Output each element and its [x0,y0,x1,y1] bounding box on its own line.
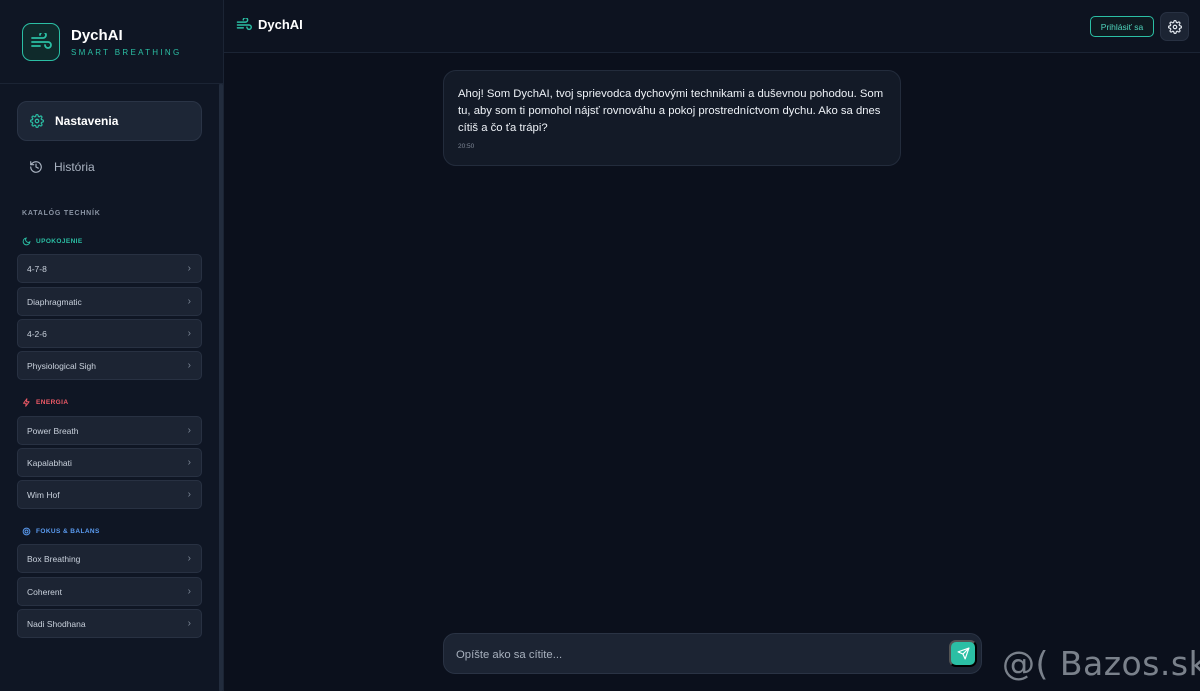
nav-history[interactable]: História [17,147,202,187]
nav-settings[interactable]: Nastavenia [17,101,202,141]
page-title-text: DychAI [258,17,303,32]
sidebar-scrollbar[interactable] [219,84,223,691]
chevron-right-icon: › [187,618,191,629]
nav-history-label: História [54,160,95,174]
technique-item[interactable]: Power Breath › [17,416,202,445]
technique-item[interactable]: 4-2-6 › [17,319,202,348]
chevron-right-icon: › [187,457,191,468]
message-composer [443,633,982,674]
scrollbar-thumb[interactable] [219,84,223,691]
chevron-right-icon: › [187,425,191,436]
brand-name: DychAI [71,26,123,44]
group-label-calm: UPOKOJENIE [22,237,83,246]
technique-item[interactable]: Physiological Sigh › [17,351,202,380]
page-title: DychAI [236,17,303,32]
chevron-right-icon: › [187,553,191,564]
login-button[interactable]: Prihlásiť sa [1090,16,1154,37]
top-bar: DychAI Prihlásiť sa [224,0,1200,53]
send-icon [956,647,970,660]
technique-item[interactable]: Coherent › [17,577,202,606]
chevron-right-icon: › [187,263,191,274]
wind-icon [22,22,60,61]
send-button[interactable] [949,640,977,667]
technique-item[interactable]: Diaphragmatic › [17,287,202,316]
wind-icon [236,17,252,32]
moon-icon [22,237,31,246]
technique-item[interactable]: Kapalabhati › [17,448,202,477]
gear-icon [30,114,44,128]
chevron-right-icon: › [187,586,191,597]
zap-icon [22,398,31,407]
message-input[interactable] [456,645,936,665]
catalog-title: KATALÓG TECHNÍK [22,210,101,217]
history-icon [29,160,43,174]
gear-icon [1167,19,1182,34]
watermark: @( Bazos.sk [1002,644,1200,683]
message-text: Ahoj! Som DychAI, tvoj sprievodca dychov… [458,88,884,134]
chevron-right-icon: › [187,328,191,339]
technique-item[interactable]: 4-7-8 › [17,254,202,283]
target-icon [22,527,31,536]
brand-tagline: SMART BREATHING [71,47,182,57]
settings-button[interactable] [1160,12,1189,41]
sidebar: DychAI SMART BREATHING Nastavenia Histór… [0,0,224,691]
nav-settings-label: Nastavenia [55,114,119,128]
chevron-right-icon: › [187,296,191,307]
technique-item[interactable]: Wim Hof › [17,480,202,509]
group-label-focus: FOKUS & BALANS [22,527,100,536]
chevron-right-icon: › [187,489,191,500]
chevron-right-icon: › [187,360,191,371]
technique-item[interactable]: Box Breathing › [17,544,202,573]
assistant-message: Ahoj! Som DychAI, tvoj sprievodca dychov… [443,70,901,166]
group-label-energy: ENERGIA [22,398,68,407]
technique-item[interactable]: Nadi Shodhana › [17,609,202,638]
brand: DychAI SMART BREATHING [0,0,223,84]
message-timestamp: 20:50 [458,143,475,150]
